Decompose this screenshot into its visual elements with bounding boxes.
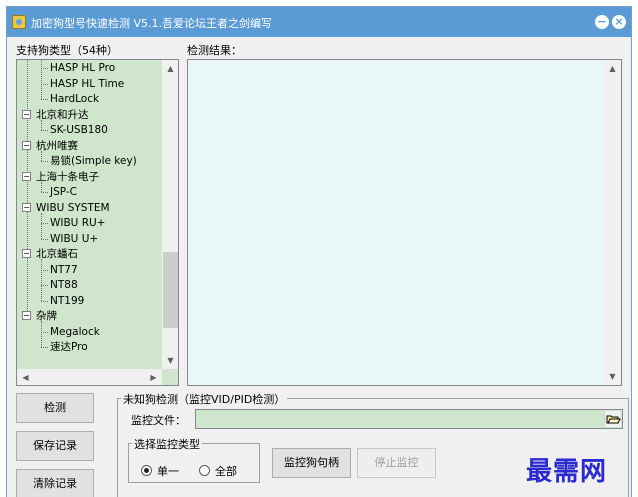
tree-connector	[41, 150, 42, 161]
results-label: 检测结果：	[187, 44, 242, 57]
browse-button[interactable]	[604, 411, 621, 427]
folder-open-icon	[606, 415, 621, 424]
collapse-toggle-icon[interactable]: −	[22, 202, 31, 212]
monitor-file-label: 监控文件：	[131, 414, 186, 427]
scroll-up-icon[interactable]: ▲	[162, 60, 178, 77]
radio-all[interactable]	[199, 465, 210, 476]
tree-connector	[41, 119, 42, 130]
tree-node-item[interactable]: 易锁(Simple key)	[50, 154, 137, 168]
tree-node-item[interactable]: NT88	[50, 278, 78, 292]
tree-node-item[interactable]: HASP HL Time	[50, 77, 124, 91]
app-icon	[12, 15, 26, 29]
tree-node-group[interactable]: 北京和升达	[36, 108, 89, 122]
tree-scroll-thumb[interactable]	[163, 252, 178, 329]
tree-node-item[interactable]: WIBU RU+	[50, 216, 105, 230]
tree-node-item[interactable]: SK-USB180	[50, 123, 108, 137]
tree-connector	[41, 181, 42, 192]
radio-all-label[interactable]: 全部	[215, 463, 237, 479]
scroll-down-icon[interactable]: ▼	[162, 352, 178, 369]
tree-node-item[interactable]: 速达Pro	[50, 340, 88, 354]
tree-node-item[interactable]: WIBU U+	[50, 232, 98, 246]
collapse-toggle-icon[interactable]: −	[22, 171, 31, 181]
collapse-toggle-icon[interactable]: −	[22, 249, 31, 258]
tree-connector	[41, 60, 42, 99]
stop-monitor-button[interactable]: 停止监控	[357, 448, 436, 478]
tree-node-group[interactable]: 杭州唯赛	[36, 139, 78, 153]
scroll-right-icon[interactable]: ▶	[145, 369, 162, 385]
detection-result-area[interactable]: ▲ ▼	[187, 59, 622, 386]
tree-connector	[41, 212, 42, 239]
radio-single-label[interactable]: 单一	[157, 463, 179, 479]
tree-node-item[interactable]: NT199	[50, 294, 84, 308]
unknown-dog-group-title: 未知狗检测（监控VID/PID检测）	[121, 391, 288, 407]
tree-node-group[interactable]: 上海十条电子	[36, 170, 99, 184]
tree-connector	[41, 259, 42, 301]
radio-single[interactable]	[141, 465, 152, 476]
tree-connector	[41, 321, 42, 347]
tree-connector	[41, 68, 48, 69]
tree-connector	[41, 285, 48, 286]
dog-types-label: 支持狗类型（54种）	[16, 44, 118, 57]
monitor-type-title: 选择监控类型	[132, 436, 202, 452]
dog-type-tree[interactable]: HASP HL Pro HASP HL Time HardLock − 北京和升达 SK-…	[16, 59, 179, 386]
monitor-handle-button[interactable]: 监控狗句柄	[272, 448, 351, 478]
window-title: 加密狗型号快速检测 V5.1.吾爱论坛王者之剑编写	[31, 17, 273, 30]
tree-root-connector	[27, 60, 28, 311]
tree-connector	[41, 83, 48, 85]
main-window: 加密狗型号快速检测 V5.1.吾爱论坛王者之剑编写 − × 支持狗类型（54种）…	[6, 6, 632, 497]
tree-node-group[interactable]: WIBU SYSTEM	[36, 201, 110, 215]
scroll-down-icon[interactable]: ▼	[604, 368, 621, 385]
tree-node-item[interactable]: NT77	[50, 263, 78, 277]
tree-node-group[interactable]: 杂牌	[36, 309, 57, 323]
watermark-logo: 最需网	[526, 457, 608, 487]
tree-node-item[interactable]: HardLock	[50, 92, 99, 106]
tree-connector	[41, 192, 48, 193]
tree-node-item[interactable]: Megalock	[50, 325, 100, 339]
monitor-file-input[interactable]	[195, 409, 623, 429]
tree-node-group[interactable]: 北京蟠石	[36, 247, 78, 261]
collapse-toggle-icon[interactable]: −	[22, 109, 31, 119]
collapse-toggle-icon[interactable]: −	[22, 311, 31, 320]
save-log-button[interactable]: 保存记录	[16, 431, 94, 461]
collapse-toggle-icon[interactable]: −	[22, 140, 31, 150]
minimize-button[interactable]: −	[595, 15, 609, 29]
tree-connector	[41, 99, 48, 100]
clear-log-button[interactable]: 清除记录	[16, 469, 94, 497]
tree-connector	[41, 269, 48, 271]
tree-connector	[41, 238, 48, 240]
close-button[interactable]: ×	[612, 15, 626, 29]
monitor-type-group: 选择监控类型	[128, 436, 260, 483]
tree-horizontal-scrollbar[interactable]: ◀ ▶	[17, 369, 162, 385]
tree-node-item[interactable]: HASP HL Pro	[50, 61, 115, 75]
scroll-up-icon[interactable]: ▲	[604, 60, 621, 77]
tree-connector	[41, 300, 48, 302]
tree-vertical-scrollbar[interactable]: ▲ ▼	[162, 60, 178, 369]
tree-connector	[41, 161, 48, 162]
tree-connector	[41, 130, 48, 131]
tree-connector	[41, 331, 48, 333]
title-bar[interactable]: 加密狗型号快速检测 V5.1.吾爱论坛王者之剑编写 − ×	[7, 7, 631, 37]
tree-connector	[41, 347, 48, 348]
tree-node-item[interactable]: JSP-C	[50, 185, 77, 199]
tree-connector	[41, 223, 48, 224]
scroll-left-icon[interactable]: ◀	[17, 369, 34, 385]
detect-button[interactable]: 检测	[16, 393, 94, 423]
result-vertical-scrollbar[interactable]: ▲ ▼	[604, 60, 621, 385]
